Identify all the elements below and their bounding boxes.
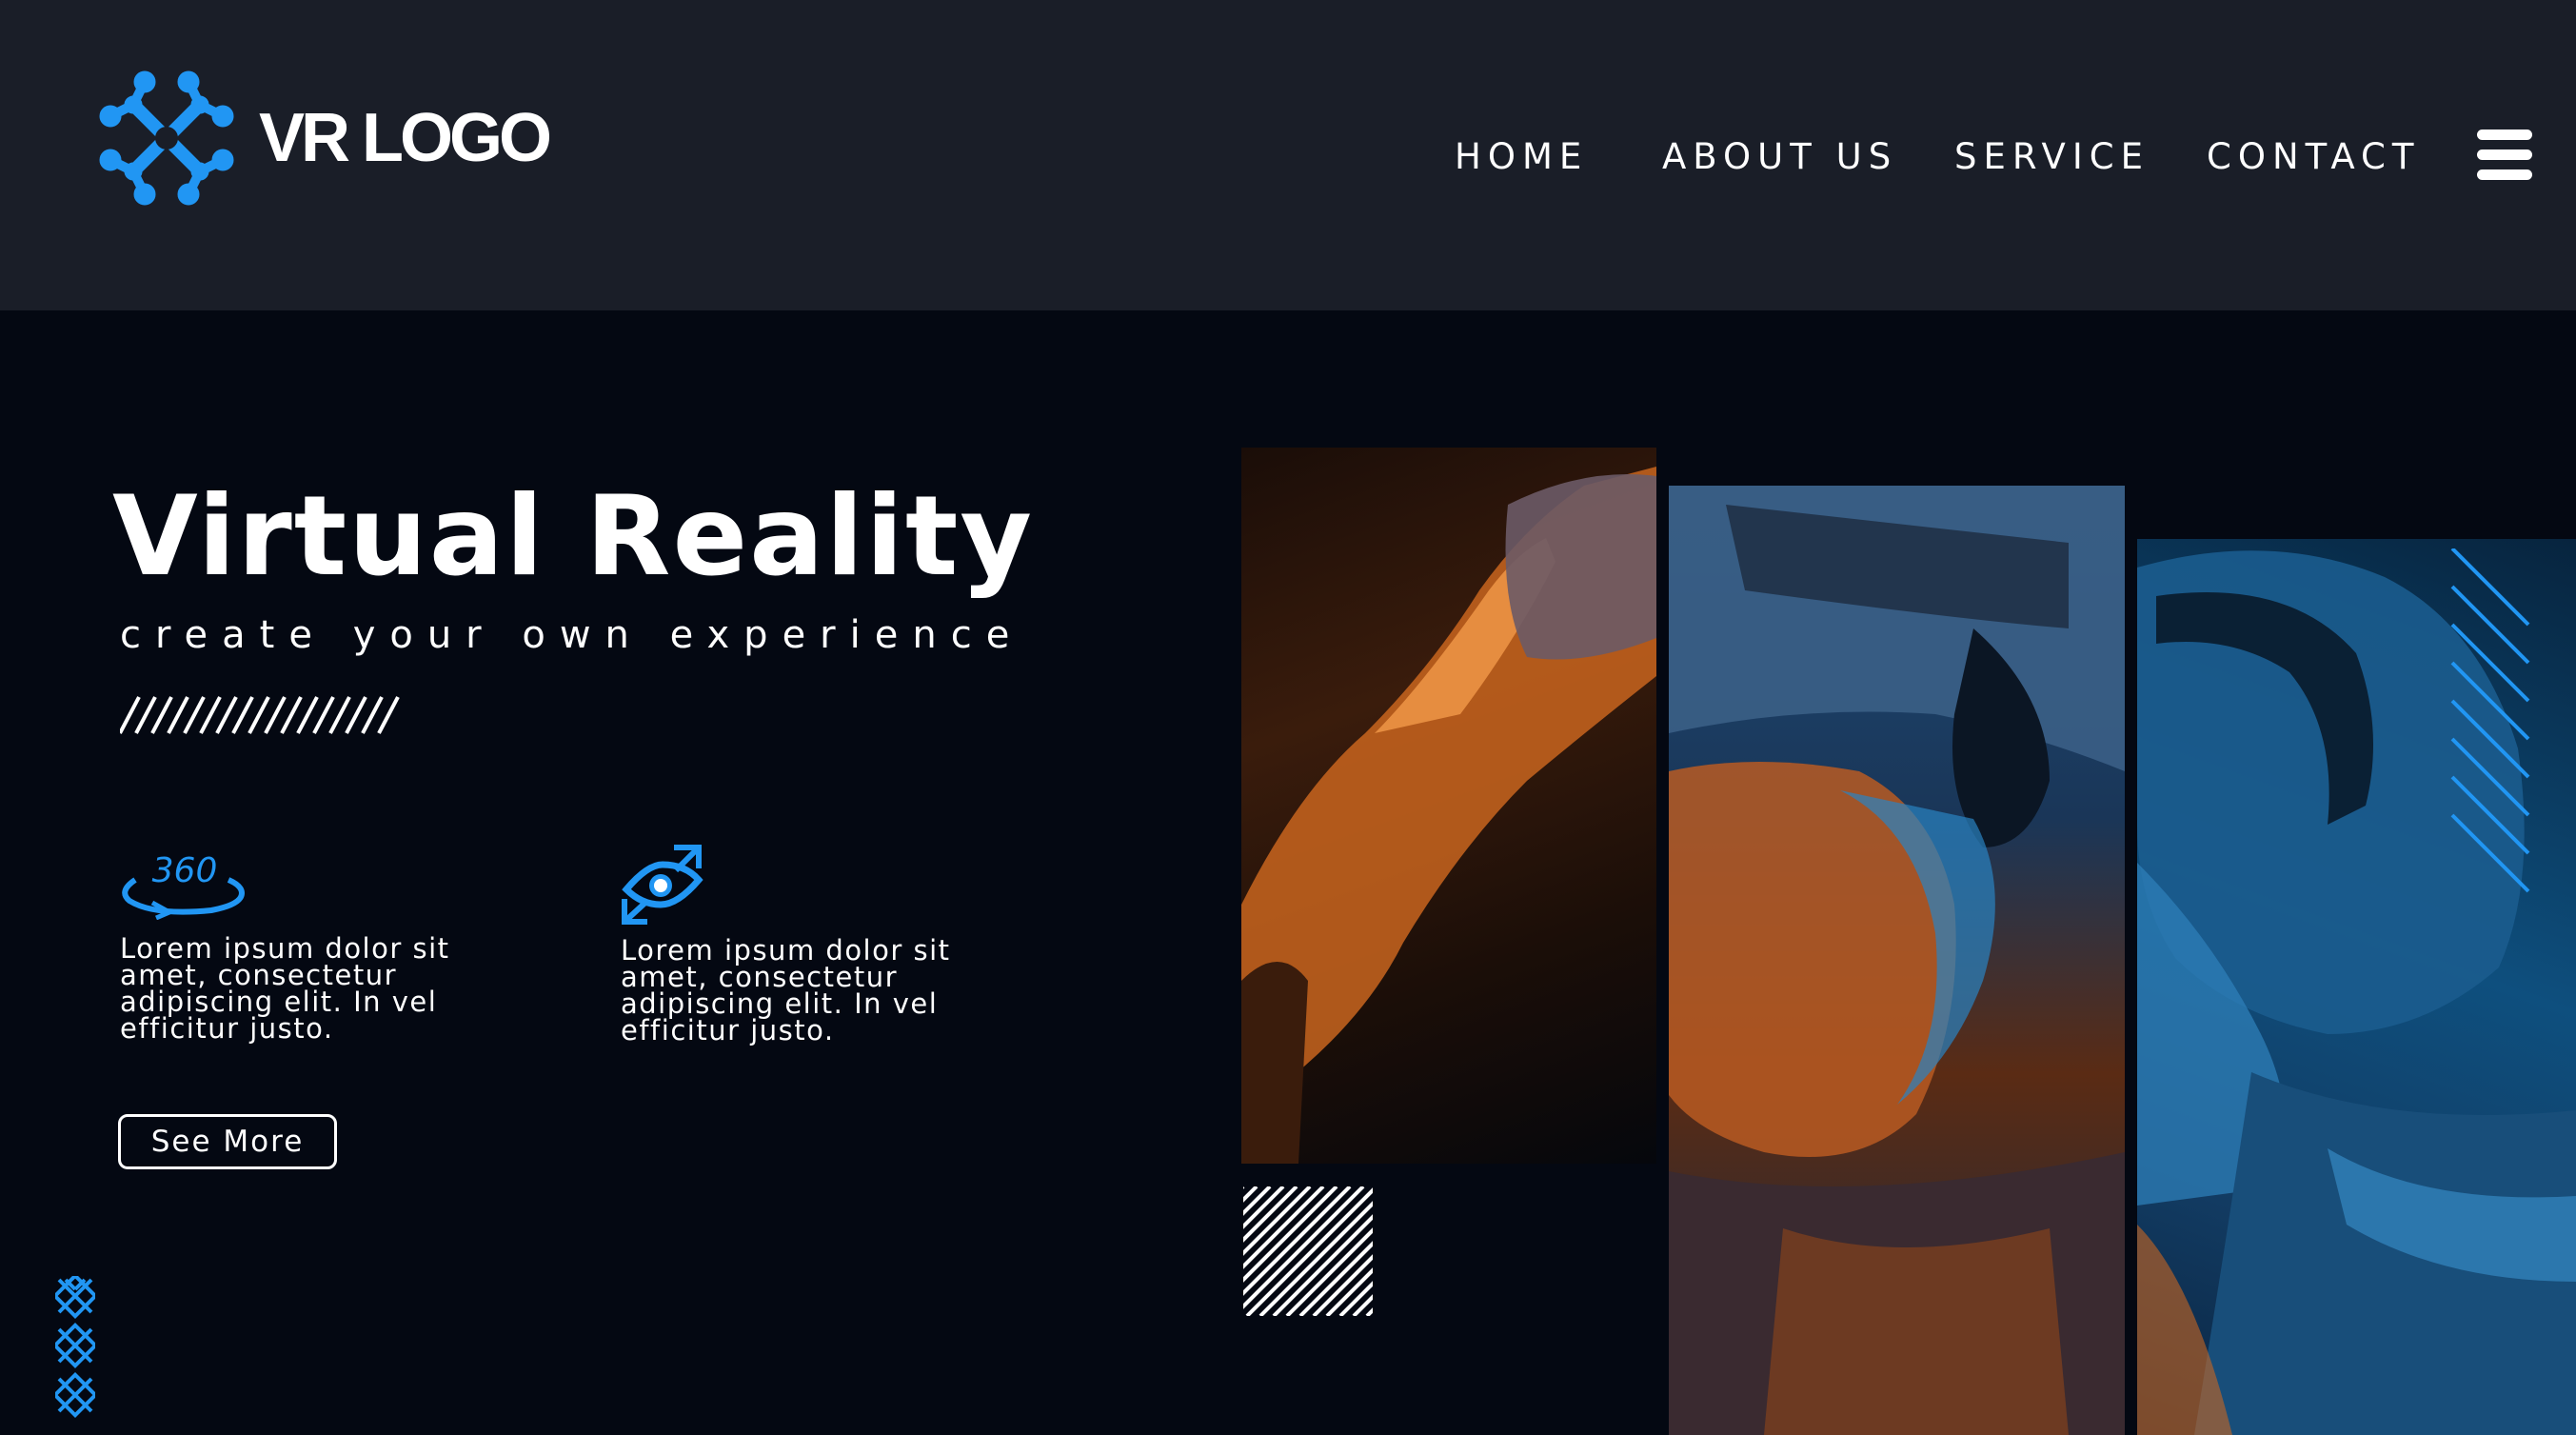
photo-panel-hand xyxy=(1241,448,1656,1164)
menu-bar xyxy=(2477,169,2532,180)
site-header: VR LOGO HOME ABOUT US SERVICE CONTACT xyxy=(0,0,2576,310)
nav-about-link[interactable]: ABOUT US xyxy=(1662,133,1897,181)
hand-illustration xyxy=(1241,467,1656,1164)
cross-pattern-decoration xyxy=(55,1276,95,1419)
nav-service-link[interactable]: SERVICE xyxy=(1954,133,2150,181)
menu-bar xyxy=(2477,130,2532,140)
photo-panel-face xyxy=(1669,486,2125,1435)
vr-headset-photo xyxy=(1238,438,2576,1435)
menu-bar xyxy=(2477,149,2532,160)
hatch-square-decoration xyxy=(1243,1186,1373,1316)
nav-contact-link[interactable]: CONTACT xyxy=(2207,133,2420,181)
hero-subtitle: create your own experience xyxy=(120,613,1024,657)
main-nav: HOME ABOUT US SERVICE CONTACT xyxy=(0,133,2576,181)
hero-title: Virtual Reality xyxy=(112,472,1035,601)
360-icon-label: 360 xyxy=(152,851,218,890)
nav-home-link[interactable]: HOME xyxy=(1455,133,1588,181)
diagonal-hatch-decoration xyxy=(120,696,400,734)
vr-eye-icon xyxy=(622,845,703,925)
360-rotate-icon: 360 xyxy=(122,851,246,920)
face-illustration xyxy=(1669,486,2125,1435)
feature-description: Lorem ipsum dolor sit amet, consectetur … xyxy=(621,934,951,1046)
blue-stripes-decoration xyxy=(2450,548,2530,893)
hamburger-menu-icon[interactable] xyxy=(2477,130,2534,185)
see-more-button[interactable]: See More xyxy=(118,1114,337,1169)
feature-description: Lorem ipsum dolor sit amet, consectetur … xyxy=(120,932,450,1045)
